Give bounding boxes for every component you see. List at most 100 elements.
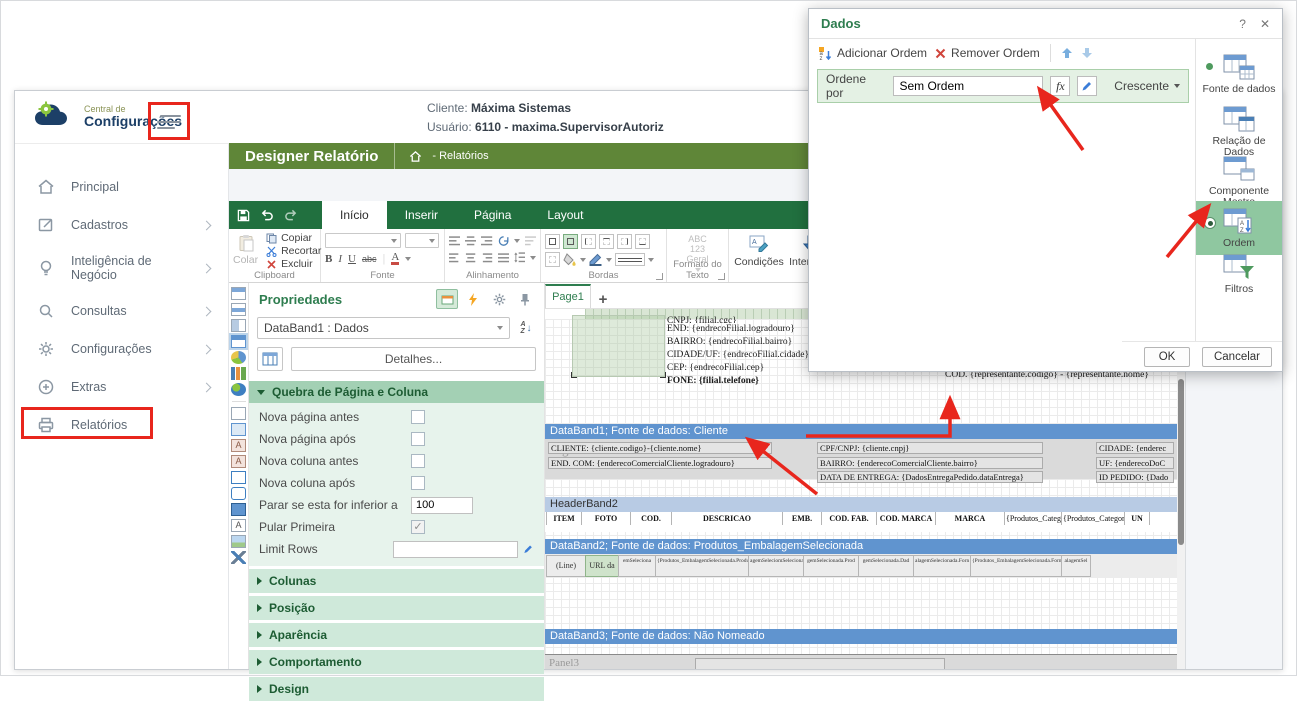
checkbox-nova-pagina-antes[interactable] bbox=[411, 410, 425, 424]
header-cell[interactable]: COD. FAB. bbox=[821, 512, 877, 525]
tab-pagina[interactable]: Página bbox=[456, 201, 529, 229]
redo-icon[interactable] bbox=[284, 209, 298, 222]
component-selector[interactable]: DataBand1 : Dados bbox=[257, 317, 510, 339]
nav-fonte-de-dados[interactable]: Fonte de dados bbox=[1196, 53, 1282, 95]
data-cell[interactable]: alagemSelecionada.Forn bbox=[913, 555, 971, 577]
line-spacing-icon[interactable] bbox=[514, 252, 525, 263]
databand3[interactable]: DataBand3; Fonte de dados: Não Nomeado bbox=[545, 629, 1177, 644]
toolbox-text2-icon[interactable]: A bbox=[231, 455, 246, 468]
header-cell[interactable]: {Produtos_Categ( bbox=[1004, 512, 1062, 525]
undo-icon[interactable] bbox=[260, 209, 274, 222]
field-id-pedido[interactable]: ID PEDIDO: {Dado bbox=[1096, 471, 1174, 483]
copy-button[interactable]: Copiar bbox=[264, 232, 323, 244]
toolbox-rect-icon[interactable] bbox=[231, 471, 246, 484]
databand1[interactable]: DataBand1; Fonte de dados: Cliente Page1… bbox=[545, 424, 1177, 479]
sidebar-item-extras[interactable]: Extras bbox=[15, 368, 228, 406]
headerband2-title[interactable]: HeaderBand2 bbox=[545, 497, 1177, 512]
stop-if-less-input[interactable] bbox=[411, 497, 473, 514]
font-size-select[interactable] bbox=[405, 233, 439, 248]
italic-button[interactable]: I bbox=[338, 253, 342, 265]
toolbox-panel-icon[interactable] bbox=[231, 503, 246, 516]
section-comportamento[interactable]: Comportamento bbox=[249, 650, 544, 674]
checkbox-nova-coluna-antes[interactable] bbox=[411, 454, 425, 468]
fx-button[interactable]: fx bbox=[1050, 76, 1070, 96]
breadcrumb-home-icon[interactable] bbox=[409, 150, 422, 163]
header-cell[interactable]: COD. MARCA bbox=[876, 512, 936, 525]
align-center-icon[interactable] bbox=[465, 253, 476, 263]
conditions-button[interactable]: A Condições bbox=[733, 232, 785, 268]
panel3-field[interactable] bbox=[695, 658, 945, 669]
tab-inserir[interactable]: Inserir bbox=[387, 201, 456, 229]
add-order-button[interactable]: az Adicionar Ordem bbox=[819, 46, 927, 60]
border-outside-button[interactable] bbox=[563, 234, 578, 249]
header-cell[interactable]: ITEM bbox=[546, 512, 582, 525]
sort-properties-button[interactable]: AZ ↓ bbox=[516, 318, 536, 338]
checkbox-nova-pagina-apos[interactable] bbox=[411, 432, 425, 446]
scrollbar-thumb[interactable] bbox=[1178, 379, 1184, 545]
toolbox-table-icon[interactable] bbox=[231, 335, 246, 348]
tab-layout[interactable]: Layout bbox=[529, 201, 601, 229]
menu-toggle-icon[interactable] bbox=[157, 114, 181, 128]
header-cell[interactable]: COD. bbox=[630, 512, 672, 525]
section-colunas[interactable]: Colunas bbox=[249, 569, 544, 593]
nav-filtros[interactable]: Filtros bbox=[1196, 253, 1282, 295]
field-data-entrega[interactable]: DATA DE ENTREGA: {DadosEntregaPedido.dat… bbox=[817, 471, 1043, 483]
field-cliente[interactable]: CLIENTE: {cliente.codigo}-{cliente.nome} bbox=[548, 442, 772, 454]
databand2-title[interactable]: DataBand2; Fonte de dados: Produtos_Emba… bbox=[545, 539, 1177, 554]
delete-button[interactable]: Excluir bbox=[264, 258, 323, 270]
border-right-button[interactable] bbox=[617, 234, 632, 249]
checkbox-pular-primeira[interactable]: ✓ bbox=[411, 520, 425, 534]
edit-pencil-icon[interactable] bbox=[523, 543, 534, 555]
properties-settings-icon[interactable] bbox=[488, 289, 510, 309]
border-all-button[interactable] bbox=[545, 234, 560, 249]
add-page-button[interactable]: + bbox=[591, 291, 615, 308]
cancel-button[interactable]: Cancelar bbox=[1202, 347, 1272, 367]
border-left-button[interactable] bbox=[581, 234, 596, 249]
details-button[interactable]: Detalhes... bbox=[291, 347, 536, 371]
data-cell[interactable]: emSeleciona bbox=[618, 555, 656, 577]
header-cell[interactable]: MARCA bbox=[935, 512, 1005, 525]
header-cell[interactable]: UN bbox=[1124, 512, 1150, 525]
limit-rows-input[interactable] bbox=[393, 541, 518, 558]
group-expander-icon[interactable] bbox=[656, 273, 663, 280]
data-cell-selected[interactable]: URL da bbox=[585, 555, 619, 577]
border-style-select[interactable] bbox=[615, 253, 645, 266]
dialog-close-button[interactable]: ✕ bbox=[1260, 17, 1270, 31]
order-by-input[interactable] bbox=[893, 76, 1043, 96]
font-family-select[interactable] bbox=[325, 233, 401, 248]
border-none-button[interactable] bbox=[545, 252, 560, 267]
toolbox-globe-icon[interactable] bbox=[231, 383, 246, 396]
dialog-titlebar[interactable]: Dados ? ✕ bbox=[809, 9, 1282, 39]
data-cell[interactable]: agemSeleciomSelecionada.Prod bbox=[748, 555, 804, 577]
fill-color-icon[interactable] bbox=[563, 253, 577, 266]
nav-ordem[interactable]: AZ Ordem bbox=[1196, 201, 1282, 255]
sidebar-item-consultas[interactable]: Consultas bbox=[15, 292, 228, 330]
move-up-icon[interactable] bbox=[1061, 47, 1073, 59]
direction-dropdown[interactable]: Crescente bbox=[1114, 79, 1180, 93]
align-justify-icon[interactable] bbox=[498, 253, 509, 263]
panel3-band[interactable]: Panel3 bbox=[545, 654, 1177, 669]
properties-events-icon[interactable] bbox=[462, 289, 484, 309]
move-down-icon[interactable] bbox=[1081, 47, 1093, 59]
data-cell[interactable]: (Line) bbox=[546, 555, 586, 577]
toolbox-grid-icon[interactable] bbox=[231, 423, 246, 436]
underline-button[interactable]: U bbox=[348, 253, 356, 265]
dialog-help-button[interactable]: ? bbox=[1239, 17, 1246, 31]
data-cell[interactable]: gemSelecionada.Prod bbox=[803, 555, 859, 577]
cut-button[interactable]: Recortar bbox=[264, 245, 323, 257]
data-cell[interactable]: {Produtos_EmbalagemSelecionada.Produtos.… bbox=[655, 555, 749, 577]
toolbox-bands-icon[interactable] bbox=[231, 287, 246, 300]
toolbox-tools-icon[interactable] bbox=[231, 551, 246, 564]
image-placeholder[interactable] bbox=[572, 315, 665, 377]
align-bottom-icon[interactable] bbox=[481, 236, 492, 246]
toolbox-chart-icon[interactable] bbox=[231, 367, 246, 380]
toolbox-page-icon[interactable] bbox=[231, 407, 246, 420]
field-cpf-cnpj[interactable]: CPF/CNPJ: {cliente.cnpj} bbox=[817, 442, 1043, 454]
checkbox-nova-coluna-apos[interactable] bbox=[411, 476, 425, 490]
strikethrough-button[interactable]: abc bbox=[362, 254, 377, 264]
data-cell[interactable]: {Produtos_EmbalagemSelecionada.Fornecedo… bbox=[970, 555, 1062, 577]
align-middle-icon[interactable] bbox=[465, 236, 476, 246]
align-left-icon[interactable] bbox=[449, 253, 460, 263]
sidebar-item-configuracoes[interactable]: Configurações bbox=[15, 330, 228, 368]
field-cidade[interactable]: CIDADE: {enderec bbox=[1096, 442, 1174, 454]
